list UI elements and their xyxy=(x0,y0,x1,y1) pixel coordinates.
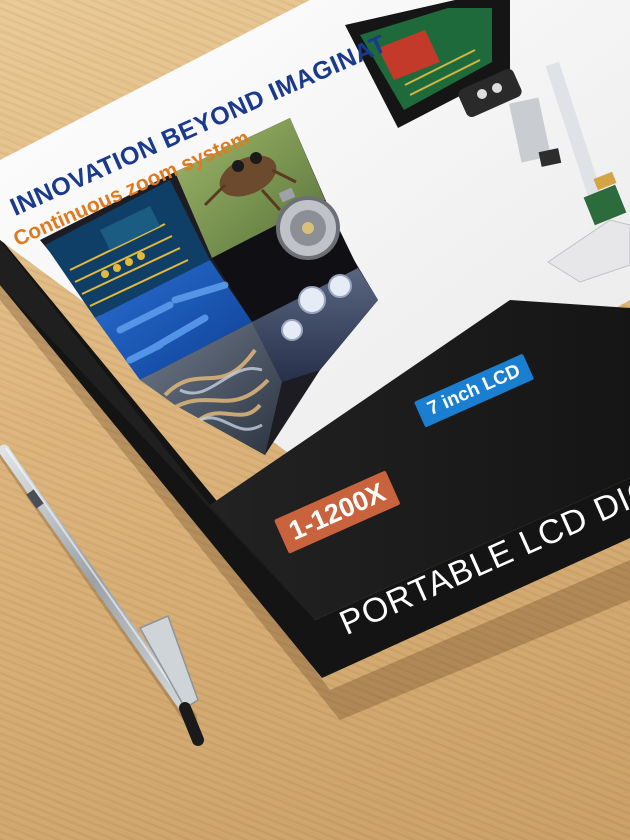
scene xyxy=(0,0,630,746)
